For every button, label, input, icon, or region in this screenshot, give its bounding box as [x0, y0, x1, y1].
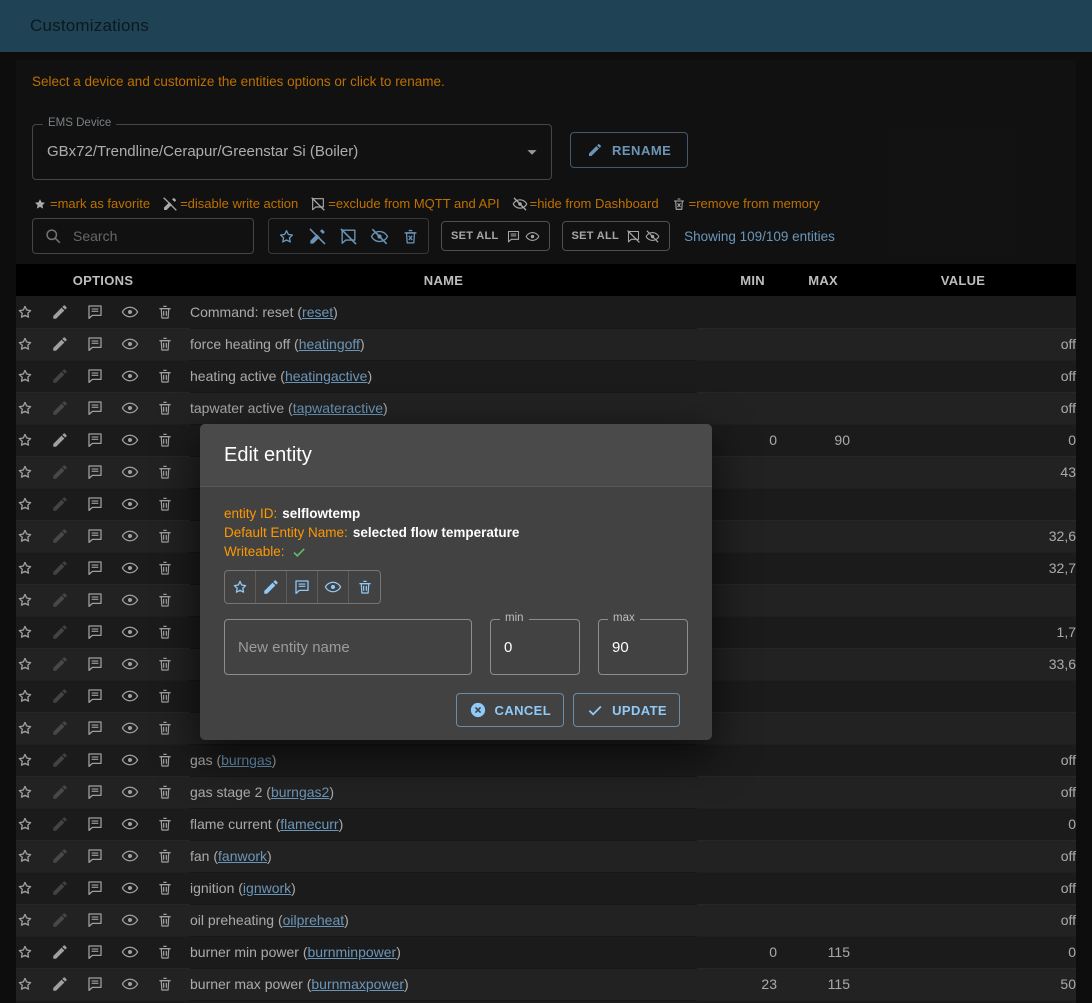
min-field[interactable]: min: [490, 619, 580, 675]
trash-icon: [356, 578, 374, 596]
star-icon: [231, 578, 249, 596]
max-field-label: max: [608, 612, 640, 624]
favorite-toggle[interactable]: [225, 571, 256, 603]
disable-write-toggle[interactable]: [256, 571, 287, 603]
min-field-label: min: [500, 612, 529, 624]
update-button[interactable]: UPDATE: [573, 693, 680, 727]
edit-entity-dialog: Edit entity entity ID: selflowtemp Defau…: [200, 424, 712, 740]
update-button-label: UPDATE: [612, 703, 667, 718]
cancel-button-label: CANCEL: [495, 703, 552, 718]
dialog-actions: CANCEL UPDATE: [224, 693, 688, 727]
comment-icon: [293, 578, 311, 596]
edit-icon: [262, 578, 280, 596]
remove-memory-toggle[interactable]: [349, 571, 380, 603]
entity-id-value: selflowtemp: [282, 504, 360, 523]
writeable-line: Writeable:: [224, 542, 688, 561]
entity-id-line: entity ID: selflowtemp: [224, 504, 688, 523]
max-input[interactable]: [599, 620, 687, 674]
cancel-button[interactable]: CANCEL: [456, 693, 565, 727]
hide-dashboard-toggle[interactable]: [318, 571, 349, 603]
eye-icon: [324, 578, 342, 596]
entity-option-toggles: [224, 570, 381, 604]
dialog-fields: min max: [224, 619, 688, 675]
min-input[interactable]: [491, 620, 579, 674]
max-field[interactable]: max: [598, 619, 688, 675]
entity-id-label: entity ID:: [224, 504, 277, 523]
cancel-icon: [469, 701, 487, 719]
dialog-title: Edit entity: [200, 424, 712, 487]
mqtt-exclude-toggle[interactable]: [287, 571, 318, 603]
writeable-check-icon: [291, 544, 307, 560]
default-name-label: Default Entity Name:: [224, 523, 348, 542]
default-name-value: selected flow temperature: [353, 523, 520, 542]
new-entity-name-input[interactable]: [225, 620, 471, 674]
check-icon: [586, 701, 604, 719]
writeable-label: Writeable:: [224, 542, 285, 561]
new-entity-name-field[interactable]: [224, 619, 472, 675]
default-name-line: Default Entity Name: selected flow tempe…: [224, 523, 688, 542]
